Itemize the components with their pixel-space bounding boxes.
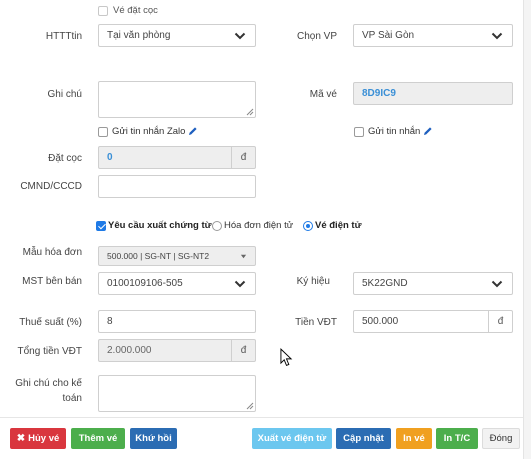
print-ticket-label: In vé bbox=[403, 433, 425, 444]
currency-suffix: đ bbox=[488, 311, 512, 332]
round-trip-button[interactable]: Khứ hồi bbox=[130, 428, 177, 449]
add-ticket-label: Thêm vé bbox=[78, 433, 118, 444]
accountant-note-label-line1: Ghi chú cho kế bbox=[15, 378, 82, 389]
invoice-template-label: Mẫu hóa đơn bbox=[22, 247, 82, 258]
update-button[interactable]: Cập nhật bbox=[336, 428, 391, 449]
add-ticket-button[interactable]: Thêm vé bbox=[71, 428, 125, 449]
chevron-down-icon bbox=[491, 32, 503, 39]
payment-info-select[interactable]: Tại văn phòng bbox=[98, 24, 256, 47]
invoice-template-select[interactable]: 500.000 | SG-NT | SG-NT2 bbox=[98, 246, 256, 266]
office-select[interactable]: VP Sài Gòn bbox=[353, 24, 513, 47]
print-tc-label: In T/C bbox=[443, 433, 471, 444]
close-button[interactable]: Đóng bbox=[482, 428, 520, 449]
export-eticket-button[interactable]: Xuất vé điện tử bbox=[252, 428, 332, 449]
mouse-cursor-icon bbox=[280, 348, 293, 366]
ticket-amount-input[interactable]: 500.000 đ bbox=[353, 310, 513, 333]
edit-pencil-icon[interactable] bbox=[423, 126, 433, 136]
einvoice-radio-label: Hóa đơn điện tử bbox=[224, 220, 294, 231]
office-value: VP Sài Gòn bbox=[362, 30, 415, 41]
symbol-select[interactable]: 5K22GND bbox=[353, 272, 513, 295]
payment-info-value: Tại văn phòng bbox=[107, 30, 171, 41]
seller-tax-code-select[interactable]: 0100109106-505 bbox=[98, 272, 256, 295]
update-label: Cập nhật bbox=[343, 433, 384, 444]
deposit-ticket-checkbox[interactable] bbox=[98, 6, 108, 16]
currency-suffix: đ bbox=[231, 147, 255, 168]
tax-rate-value: 8 bbox=[107, 316, 113, 327]
invoice-request-label: Yêu cầu xuất chứng từ bbox=[108, 220, 212, 231]
id-card-label: CMND/CCCD bbox=[20, 181, 82, 192]
vertical-scrollbar[interactable] bbox=[523, 0, 531, 459]
chevron-down-icon bbox=[234, 280, 246, 287]
symbol-value: 5K22GND bbox=[362, 278, 408, 289]
total-amount-value: 2.000.000 bbox=[107, 345, 152, 356]
chevron-down-icon bbox=[234, 32, 246, 39]
send-zalo-label: Gửi tin nhắn Zalo bbox=[112, 126, 186, 137]
tax-rate-label: Thuế suất (%) bbox=[19, 317, 82, 328]
round-trip-label: Khứ hồi bbox=[135, 433, 172, 444]
close-icon: ✖ bbox=[16, 433, 26, 444]
invoice-request-checkbox[interactable] bbox=[96, 221, 106, 231]
ticket-code-value: 8D9IC9 bbox=[362, 88, 396, 99]
ticket-code-label: Mã vé bbox=[309, 89, 337, 100]
send-zalo-checkbox[interactable] bbox=[98, 127, 108, 137]
ticket-form-panel: Vé đặt cọc HTTTtin Tại văn phòng Chọn VP… bbox=[0, 0, 523, 459]
send-sms-label: Gửi tin nhắn bbox=[368, 126, 421, 137]
seller-tax-code-value: 0100109106-505 bbox=[107, 278, 183, 289]
total-amount-label: Tổng tiền VĐT bbox=[17, 346, 82, 357]
invoice-template-value: 500.000 | SG-NT | SG-NT2 bbox=[107, 251, 210, 261]
symbol-label: Ký hiệu bbox=[296, 276, 330, 287]
tax-rate-input[interactable]: 8 bbox=[98, 310, 256, 333]
ticket-code-field[interactable]: 8D9IC9 bbox=[353, 82, 513, 105]
send-sms-checkbox[interactable] bbox=[354, 127, 364, 137]
chevron-down-icon bbox=[491, 280, 503, 287]
resize-grip-icon[interactable] bbox=[246, 402, 254, 410]
currency-suffix: đ bbox=[231, 340, 255, 361]
deposit-field[interactable]: 0 đ bbox=[98, 146, 256, 169]
einvoice-radio[interactable] bbox=[212, 221, 222, 231]
eticket-radio[interactable] bbox=[303, 221, 313, 231]
print-ticket-button[interactable]: In vé bbox=[396, 428, 432, 449]
total-amount-field[interactable]: 2.000.000 đ bbox=[98, 339, 256, 362]
id-card-input[interactable] bbox=[98, 175, 256, 198]
office-label: Chọn VP bbox=[296, 31, 337, 42]
seller-tax-code-label: MST bên bán bbox=[22, 276, 82, 287]
deposit-ticket-label: Vé đặt cọc bbox=[113, 5, 158, 16]
accountant-note-textarea[interactable] bbox=[98, 375, 256, 412]
cancel-ticket-label: Hủy vé bbox=[28, 433, 60, 444]
ticket-amount-label: Tiền VĐT bbox=[295, 317, 337, 328]
resize-grip-icon[interactable] bbox=[246, 108, 254, 116]
deposit-value: 0 bbox=[107, 152, 113, 163]
deposit-label: Đặt cọc bbox=[48, 153, 82, 164]
accountant-note-label-line2: toán bbox=[62, 393, 82, 404]
cancel-ticket-button[interactable]: ✖ Hủy vé bbox=[10, 428, 66, 449]
export-eticket-label: Xuất vé điện tử bbox=[257, 433, 327, 444]
close-label: Đóng bbox=[489, 433, 513, 444]
payment-info-label: HTTTtin bbox=[45, 31, 82, 42]
edit-pencil-icon[interactable] bbox=[188, 126, 198, 136]
caret-down-icon bbox=[240, 254, 247, 258]
note-label: Ghi chú bbox=[47, 89, 82, 100]
eticket-radio-label: Vé điện tử bbox=[315, 220, 362, 231]
print-tc-button[interactable]: In T/C bbox=[436, 428, 478, 449]
ticket-amount-value: 500.000 bbox=[362, 316, 399, 327]
note-textarea[interactable] bbox=[98, 81, 256, 118]
action-bar: ✖ Hủy vé Thêm vé Khứ hồi Xuất vé điện tử… bbox=[0, 417, 523, 459]
